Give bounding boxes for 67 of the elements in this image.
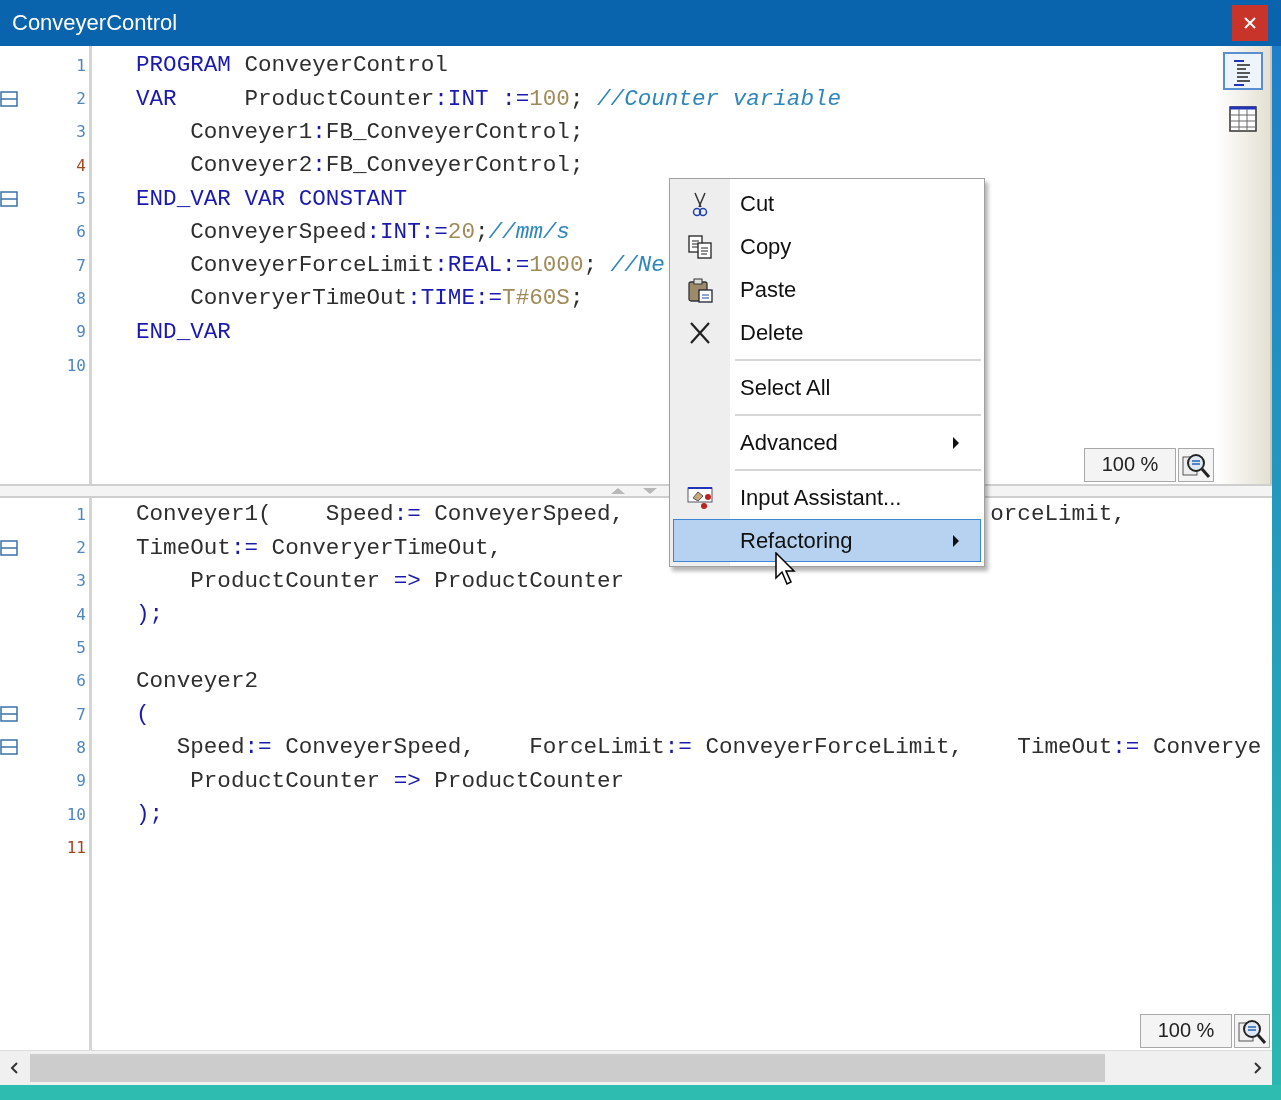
line-number: 2 bbox=[76, 538, 86, 558]
fold-toggle-icon[interactable] bbox=[0, 539, 18, 556]
copy-icon bbox=[687, 233, 713, 260]
line-number: 2 bbox=[76, 89, 86, 109]
line-number: 4 bbox=[76, 604, 86, 624]
zoom-button[interactable] bbox=[1178, 447, 1214, 482]
code-line: PROGRAM ConveyerControl bbox=[136, 52, 448, 79]
line-number: 6 bbox=[76, 671, 86, 691]
line-number: 3 bbox=[76, 571, 86, 591]
submenu-arrow-icon bbox=[952, 435, 960, 450]
code-line: END_VAR VAR CONSTANT bbox=[136, 185, 408, 212]
line-number: 11 bbox=[66, 837, 86, 857]
line-number: 1 bbox=[76, 55, 86, 75]
code-line: ConveyerForceLimit:REAL:=1000; //Ne bbox=[189, 252, 665, 279]
text-view-button[interactable] bbox=[1223, 51, 1263, 90]
code-line: VAR ProductCounter:INT :=100; //Counter variable bbox=[136, 85, 842, 112]
line-number: 10 bbox=[66, 804, 86, 824]
zoom-field[interactable]: 100 % bbox=[1084, 447, 1176, 482]
mouse-pointer-icon bbox=[775, 552, 797, 586]
line-number: 9 bbox=[76, 322, 86, 342]
submenu-arrow-icon bbox=[952, 533, 960, 548]
fold-toggle-icon[interactable] bbox=[0, 739, 18, 756]
menu-item[interactable]: Paste bbox=[673, 268, 981, 311]
fold-toggle-icon[interactable] bbox=[0, 90, 18, 107]
code-line: ConveyerSpeed:INT:=20;//mm/s bbox=[189, 218, 570, 245]
close-button[interactable] bbox=[1232, 4, 1268, 41]
code-line: Conveyer2:FB_ConveyerControl; bbox=[189, 152, 584, 179]
fold-toggle-icon[interactable] bbox=[0, 190, 18, 207]
zoom-field[interactable]: 100 % bbox=[1140, 1013, 1232, 1048]
code-line: ProductCounter => ProductCounter bbox=[189, 568, 625, 594]
table-icon bbox=[1228, 103, 1258, 134]
input-assistant-icon bbox=[687, 484, 713, 511]
menu-item[interactable]: Cut bbox=[673, 182, 981, 225]
menu-item[interactable]: Copy bbox=[673, 225, 981, 268]
line-number: 8 bbox=[76, 288, 86, 308]
line-number: 8 bbox=[76, 737, 86, 757]
code-line: Speed:= ConveyerSpeed, ForceLimit:= ConveyerForceLimit, TimeOut:= Converye bbox=[175, 734, 1262, 761]
horizontal-scrollbar[interactable] bbox=[0, 1049, 1272, 1085]
line-number: 1 bbox=[76, 504, 86, 524]
close-icon bbox=[1243, 15, 1257, 30]
line-number: 7 bbox=[76, 255, 86, 275]
code-line: END_VAR bbox=[136, 318, 231, 345]
menu-item[interactable]: Delete bbox=[673, 311, 981, 354]
fold-toggle-icon[interactable] bbox=[0, 706, 18, 723]
clipboard-icon bbox=[687, 276, 713, 303]
window-title: ConveyerControl bbox=[12, 9, 178, 36]
line-number: 6 bbox=[76, 222, 86, 242]
menu-item[interactable]: Select All bbox=[673, 366, 981, 409]
code-line: Conveyer1:FB_ConveyerControl; bbox=[189, 119, 584, 145]
scrollbar-thumb[interactable] bbox=[30, 1053, 1105, 1082]
line-number: 3 bbox=[76, 122, 86, 142]
line-number: 4 bbox=[76, 155, 86, 175]
code-line: Conveyer2 bbox=[136, 667, 259, 694]
line-number: 5 bbox=[76, 638, 86, 658]
code-line: ConveryerTimeOut:TIME:=T#60S; bbox=[189, 285, 584, 312]
code-line: TimeOut:= ConveryerTimeOut, bbox=[136, 534, 503, 561]
line-number: 10 bbox=[66, 355, 86, 375]
line-number: 7 bbox=[76, 704, 86, 724]
code-line: ( bbox=[136, 701, 150, 728]
code-line: ); bbox=[136, 601, 164, 628]
code-line: ); bbox=[136, 801, 164, 828]
code-line: ProductCounter => ProductCounter bbox=[189, 767, 625, 794]
menu-item[interactable]: Advanced bbox=[673, 421, 981, 464]
menu-item[interactable]: Refactoring bbox=[673, 519, 981, 562]
line-number: 5 bbox=[76, 189, 86, 209]
line-number: 9 bbox=[76, 771, 86, 791]
zoom-button[interactable] bbox=[1234, 1013, 1270, 1048]
